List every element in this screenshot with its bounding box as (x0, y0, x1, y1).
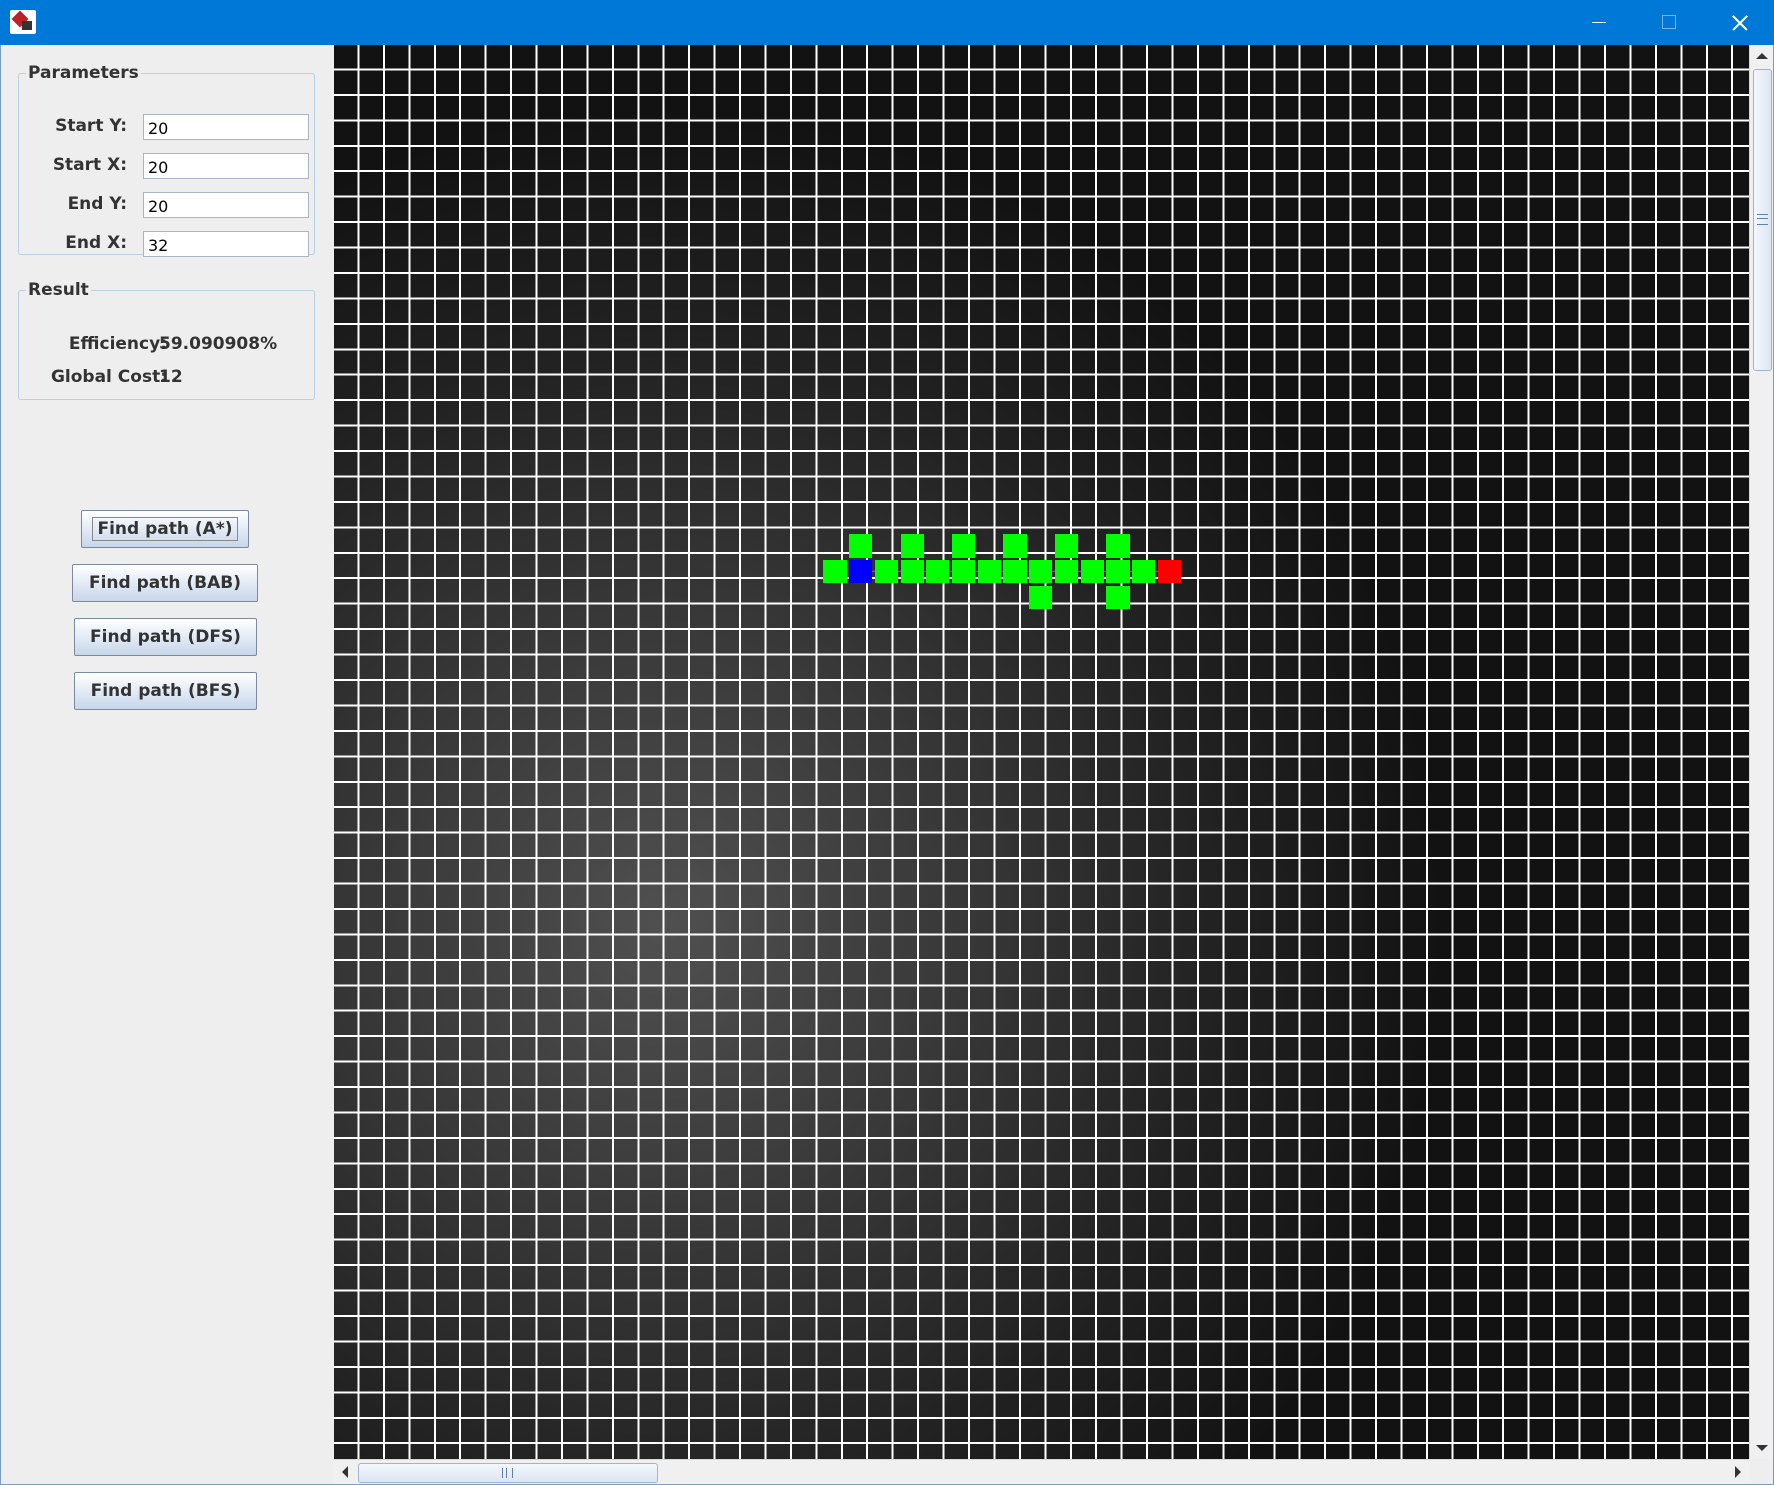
start-x-label: Start X: (52, 155, 127, 175)
efficiency-label: Efficiency: (68, 334, 167, 354)
explored-cell (951, 534, 976, 558)
close-button[interactable] (1703, 0, 1773, 45)
path-cell (1106, 560, 1130, 584)
horizontal-scroll-thumb[interactable] (358, 1463, 658, 1483)
end-x-input[interactable] (143, 231, 309, 257)
scroll-left-arrow-icon[interactable] (334, 1460, 356, 1484)
scroll-corner (1749, 1459, 1774, 1485)
end-cell (1157, 560, 1181, 584)
grip-icon (502, 1468, 513, 1478)
result-panel: Result Efficiency: 59.090908% Global Cos… (18, 280, 315, 400)
scroll-down-arrow-icon[interactable] (1750, 1437, 1774, 1459)
path-cell (900, 560, 924, 584)
end-y-label: End Y: (67, 194, 127, 214)
explored-cell (849, 534, 873, 558)
start-y-input[interactable] (143, 114, 309, 140)
vertical-scrollbar[interactable] (1749, 45, 1774, 1459)
grip-icon (1757, 214, 1768, 225)
find-path-bfs-button[interactable]: Find path (BFS) (74, 672, 257, 710)
parameters-title: Parameters (28, 63, 139, 83)
start-cell (849, 560, 873, 584)
scroll-right-arrow-icon[interactable] (1727, 1460, 1749, 1484)
find-path-bab-button[interactable]: Find path (BAB) (72, 564, 258, 602)
path-cell (926, 560, 950, 584)
path-cell (874, 560, 898, 584)
find-path-astar-button[interactable]: Find path (A*) (81, 510, 249, 548)
explored-cell (1054, 534, 1079, 558)
find-path-dfs-button[interactable]: Find path (DFS) (74, 618, 257, 656)
explored-cell (900, 534, 924, 558)
start-x-input[interactable] (143, 153, 309, 179)
explored-cell (1003, 534, 1027, 558)
scroll-up-arrow-icon[interactable] (1750, 45, 1774, 67)
minimize-button[interactable] (1563, 0, 1633, 45)
path-cell (1080, 560, 1104, 584)
end-x-label: End X: (65, 233, 127, 253)
explored-cell (1106, 534, 1130, 558)
path-cell (1029, 560, 1053, 584)
maximize-button (1633, 0, 1703, 45)
end-y-input[interactable] (143, 192, 309, 218)
parameters-panel: Parameters Start Y: Start X: End Y: End … (18, 63, 315, 257)
path-cell (1132, 560, 1156, 584)
path-cell (1003, 560, 1027, 584)
result-title: Result (28, 280, 89, 300)
global-cost-label: Global Cost: (50, 367, 167, 387)
explored-cell (1106, 585, 1130, 609)
horizontal-scrollbar[interactable] (334, 1459, 1749, 1485)
title-bar (0, 0, 1774, 45)
find-path-astar-label: Find path (A*) (92, 517, 238, 541)
path-cell (951, 560, 976, 584)
path-cell (1054, 560, 1079, 584)
path-overlay (861, 570, 1171, 573)
global-cost-value: 12 (159, 367, 183, 387)
vertical-scroll-thumb[interactable] (1753, 69, 1772, 371)
efficiency-value: 59.090908% (159, 334, 278, 354)
path-cell (977, 560, 1001, 584)
explored-cell (823, 560, 847, 584)
explored-cell (1029, 585, 1053, 609)
app-icon[interactable] (10, 10, 36, 34)
start-y-label: Start Y: (55, 116, 127, 136)
grid-canvas[interactable] (334, 45, 1749, 1459)
